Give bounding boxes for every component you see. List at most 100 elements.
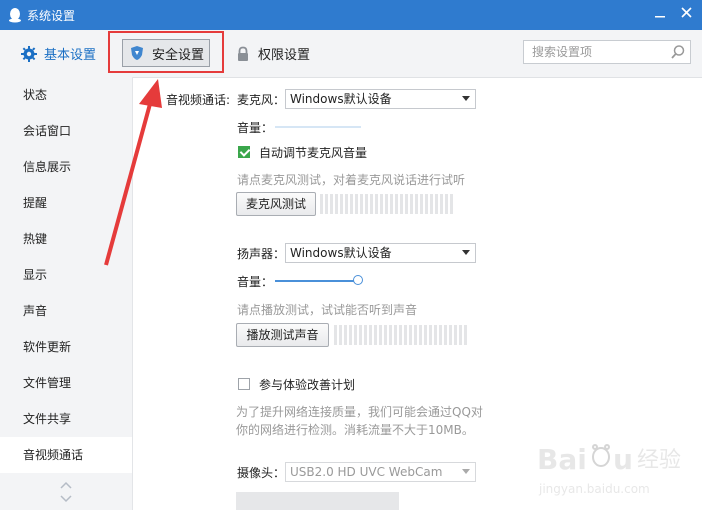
improve-desc-line2: 你的网络进行检测。消耗流量不大于10MB。 xyxy=(236,423,474,437)
improve-program-checkbox[interactable] xyxy=(238,378,250,390)
close-button[interactable] xyxy=(676,5,696,25)
meter-bar xyxy=(425,194,428,214)
meter-bar xyxy=(439,325,442,345)
dropdown-arrow-icon xyxy=(462,96,470,101)
meter-bar xyxy=(320,194,323,214)
search-icon[interactable] xyxy=(670,44,686,60)
sidebar-item-label: 热键 xyxy=(23,232,48,246)
meter-bar xyxy=(394,325,397,345)
scroll-down-icon[interactable] xyxy=(60,494,72,504)
sidebar-item-status[interactable]: 状态 xyxy=(0,77,132,113)
sidebar-item-reminder[interactable]: 提醒 xyxy=(0,185,132,221)
sidebar-item-chat-window[interactable]: 会话窗口 xyxy=(0,113,132,149)
mic-volume-label: 音量： xyxy=(237,121,274,135)
meter-bar xyxy=(400,194,403,214)
meter-bar xyxy=(420,194,423,214)
tab-basic-label: 基本设置 xyxy=(44,48,97,63)
meter-bar xyxy=(334,325,337,345)
speaker-volume-knob[interactable] xyxy=(353,275,363,285)
close-icon xyxy=(680,7,692,18)
sidebar-item-av-call[interactable]: 音视频通话 xyxy=(0,437,132,473)
speaker-device-value: Windows默认设备 xyxy=(290,246,392,260)
sidebar-item-display[interactable]: 显示 xyxy=(0,257,132,293)
qq-penguin-icon xyxy=(9,8,21,23)
speaker-device-select[interactable]: Windows默认设备 xyxy=(285,243,476,263)
sidebar-item-label: 音视频通话 xyxy=(23,448,84,462)
mic-level-meter xyxy=(320,194,453,214)
tab-permission-settings[interactable]: 权限设置 xyxy=(235,30,310,77)
meter-bar xyxy=(360,194,363,214)
meter-bar xyxy=(404,325,407,345)
mic-label: 麦克风： xyxy=(237,93,286,107)
sidebar-item-info-display[interactable]: 信息展示 xyxy=(0,149,132,185)
speaker-volume-label: 音量： xyxy=(237,275,274,289)
meter-bar xyxy=(445,194,448,214)
sidebar-item-label: 声音 xyxy=(23,304,48,318)
tab-basic-settings[interactable]: 基本设置 xyxy=(21,30,96,77)
meter-bar xyxy=(365,194,368,214)
meter-bar xyxy=(414,325,417,345)
speaker-volume-fill xyxy=(275,280,355,282)
meter-bar xyxy=(464,325,467,345)
baidu-watermark-logo: Bai u 经验 jingyan.baidu.com xyxy=(537,443,681,496)
meter-bar xyxy=(440,194,443,214)
meter-bar xyxy=(410,194,413,214)
meter-bar xyxy=(339,325,342,345)
sidebar-item-file-sharing[interactable]: 文件共享 xyxy=(0,401,132,437)
meter-bar xyxy=(409,325,412,345)
meter-bar xyxy=(430,194,433,214)
camera-label: 摄像头： xyxy=(237,466,286,480)
meter-bar xyxy=(429,325,432,345)
mic-volume-slider[interactable] xyxy=(275,126,361,128)
meter-bar xyxy=(449,325,452,345)
meter-bar xyxy=(454,325,457,345)
meter-bar xyxy=(370,194,373,214)
mic-device-value: Windows默认设备 xyxy=(290,92,392,106)
speaker-level-meter xyxy=(334,325,467,345)
window-title: 系统设置 xyxy=(27,9,76,23)
sidebar-item-label: 信息展示 xyxy=(23,160,72,174)
speaker-test-button[interactable]: 播放测试声音 xyxy=(236,323,329,347)
meter-bar xyxy=(419,325,422,345)
mic-device-select[interactable]: Windows默认设备 xyxy=(285,89,476,109)
sidebar-item-file-management[interactable]: 文件管理 xyxy=(0,365,132,401)
svg-text:u: u xyxy=(613,443,633,476)
sidebar-item-label: 软件更新 xyxy=(23,340,72,354)
search-input[interactable] xyxy=(530,44,664,60)
sidebar-item-label: 会话窗口 xyxy=(23,124,72,138)
meter-bar xyxy=(355,194,358,214)
meter-bar xyxy=(384,325,387,345)
scroll-up-icon[interactable] xyxy=(60,480,72,490)
highlight-box xyxy=(108,31,224,73)
meter-bar xyxy=(335,194,338,214)
speaker-label: 扬声器： xyxy=(237,247,286,261)
camera-device-select[interactable]: USB2.0 HD UVC WebCam xyxy=(285,462,476,482)
meter-bar xyxy=(364,325,367,345)
sidebar-item-label: 显示 xyxy=(23,268,48,282)
meter-bar xyxy=(435,194,438,214)
minimize-button[interactable] xyxy=(650,5,670,25)
auto-adjust-mic-checkbox[interactable] xyxy=(238,146,250,158)
sidebar-item-sound[interactable]: 声音 xyxy=(0,293,132,329)
meter-bar xyxy=(344,325,347,345)
search-box[interactable] xyxy=(523,40,691,64)
mic-test-button[interactable]: 麦克风测试 xyxy=(236,192,316,216)
minimize-icon xyxy=(655,16,665,18)
meter-bar xyxy=(424,325,427,345)
settings-toolbar: 基本设置 安全设置 权限设置 xyxy=(0,30,702,78)
meter-bar xyxy=(354,325,357,345)
dropdown-arrow-icon xyxy=(462,469,470,474)
tab-permission-label: 权限设置 xyxy=(258,48,311,63)
meter-bar xyxy=(330,194,333,214)
meter-bar xyxy=(379,325,382,345)
sidebar-item-software-update[interactable]: 软件更新 xyxy=(0,329,132,365)
meter-bar xyxy=(325,194,328,214)
improve-desc-line1: 为了提升网络连接质量，我们可能会通过QQ对 xyxy=(236,405,483,419)
svg-text:jingyan.baidu.com: jingyan.baidu.com xyxy=(538,482,650,496)
meter-bar xyxy=(434,325,437,345)
sidebar: 状态 会话窗口 信息展示 提醒 热键 显示 声音 软件更新 文件管理 文件共享 … xyxy=(0,77,133,510)
title-bar: 系统设置 xyxy=(0,0,702,30)
sidebar-item-hotkeys[interactable]: 热键 xyxy=(0,221,132,257)
meter-bar xyxy=(340,194,343,214)
meter-bar xyxy=(385,194,388,214)
